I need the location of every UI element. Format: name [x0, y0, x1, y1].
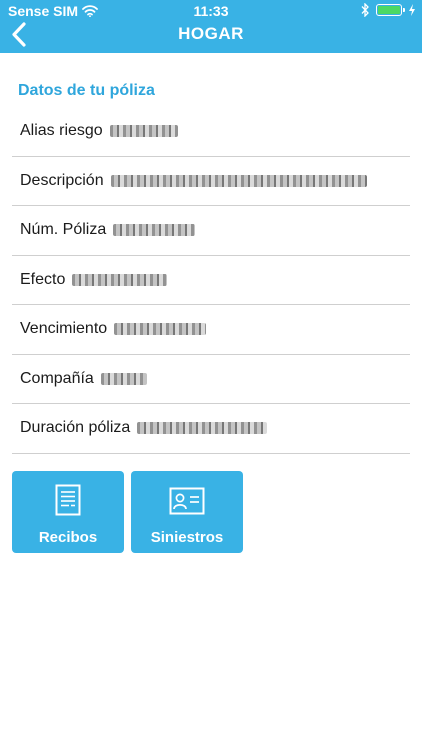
redacted-value — [100, 372, 147, 385]
battery-level — [378, 6, 400, 14]
row-duracion-poliza: Duración póliza — [12, 404, 410, 454]
page-title: HOGAR — [178, 24, 244, 43]
row-descripcion: Descripción — [12, 157, 410, 206]
section-title: Datos de tu póliza — [18, 82, 155, 99]
row-label: Alias riesgo — [20, 122, 103, 140]
siniestros-button[interactable]: Siniestros — [131, 471, 243, 553]
clock: 11:33 — [193, 3, 229, 19]
battery-cap — [403, 8, 405, 12]
row-label: Efecto — [20, 270, 66, 288]
row-label: Núm. Póliza — [20, 221, 107, 239]
row-label: Duración póliza — [20, 419, 131, 437]
siniestros-label: Siniestros — [150, 529, 224, 546]
row-label: Vencimiento — [20, 320, 108, 338]
bluetooth-icon — [361, 3, 369, 17]
redacted-value — [109, 125, 178, 138]
row-vencimiento: Vencimiento — [12, 305, 410, 355]
row-compania: Compañía — [12, 355, 410, 404]
redacted-value — [110, 174, 367, 187]
row-efecto: Efecto — [12, 256, 410, 305]
nav-bar: HOGAR — [0, 20, 422, 53]
row-label: Compañía — [20, 369, 94, 387]
row-label: Descripción — [20, 171, 104, 189]
id-card-icon — [169, 487, 205, 515]
document-icon — [55, 484, 81, 516]
recibos-label: Recibos — [38, 529, 98, 546]
redacted-value — [72, 273, 168, 286]
policy-details-list: Alias riesgo Descripción Núm. Póliza Efe… — [12, 107, 410, 454]
battery-icon — [376, 4, 405, 16]
row-num-poliza: Núm. Póliza — [12, 206, 410, 256]
recibos-button[interactable]: Recibos — [12, 471, 124, 553]
status-icons — [360, 3, 416, 17]
status-bar: Sense SIM 11:33 — [0, 0, 422, 22]
redacted-value — [137, 422, 268, 435]
redacted-value — [114, 323, 207, 336]
header: Sense SIM 11:33 HOGAR — [0, 0, 422, 53]
row-alias-riesgo: Alias riesgo — [12, 107, 410, 157]
actions: Recibos Siniestros — [12, 471, 243, 553]
charging-icon — [409, 4, 415, 16]
redacted-value — [113, 224, 196, 237]
